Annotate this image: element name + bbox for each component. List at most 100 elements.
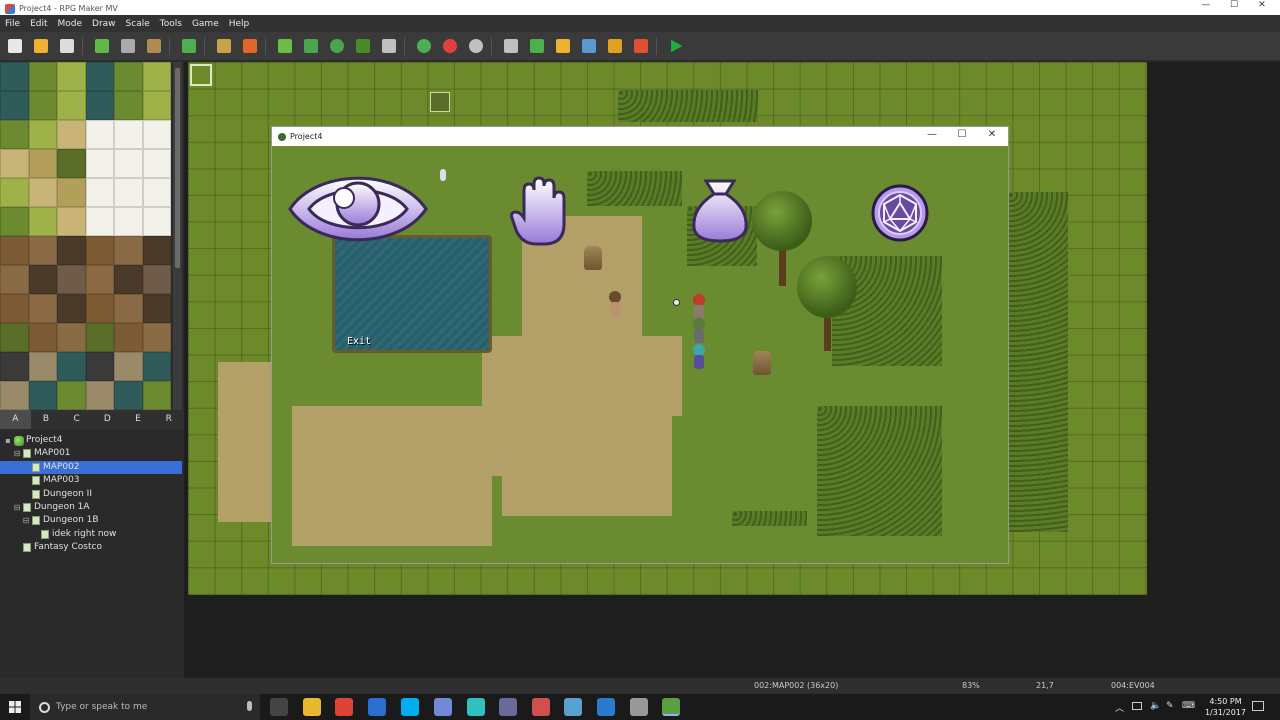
map-tree-item[interactable]: idek right now (31, 528, 116, 541)
clock-app-icon[interactable] (630, 698, 648, 716)
paste-button[interactable] (143, 35, 165, 57)
undo-button[interactable] (178, 35, 200, 57)
shadow-pen-button[interactable] (378, 35, 400, 57)
tileset-tile[interactable] (0, 120, 29, 149)
tileset-tile[interactable] (142, 265, 171, 294)
tab-c[interactable]: C (61, 410, 92, 429)
tree-expander[interactable]: ⊟ (13, 501, 21, 514)
tileset-tile[interactable] (114, 120, 143, 149)
notepad-icon[interactable] (564, 698, 582, 716)
tab-a[interactable]: A (0, 410, 31, 429)
tileset-tile[interactable] (0, 207, 29, 236)
tileset-tile[interactable] (0, 323, 29, 352)
tileset-tile[interactable] (28, 149, 57, 178)
tree-expander[interactable]: ⊟ (13, 447, 21, 460)
bag-icon[interactable] (690, 178, 750, 244)
tray-network-icon[interactable] (1132, 702, 1142, 710)
rectangle-button[interactable] (300, 35, 322, 57)
tileset-tile[interactable] (0, 294, 29, 323)
tileset-tile[interactable] (142, 323, 171, 352)
tileset-tile[interactable] (57, 62, 86, 91)
tileset-tile[interactable] (142, 236, 171, 265)
tileset-tile[interactable] (85, 294, 114, 323)
tileset-tile[interactable] (85, 207, 114, 236)
copy-button[interactable] (117, 35, 139, 57)
sound-test-button[interactable] (552, 35, 574, 57)
menu-game[interactable]: Game (187, 19, 224, 29)
tab-e[interactable]: E (123, 410, 154, 429)
game-screen[interactable]: Exit (272, 146, 1008, 563)
menu-scale[interactable]: Scale (121, 19, 155, 29)
map-tree-item[interactable]: Dungeon II (22, 488, 92, 501)
tray-pen-icon[interactable]: ✎ (1166, 701, 1174, 711)
save-project-button[interactable] (56, 35, 78, 57)
taskbar-search[interactable]: Type or speak to me (30, 694, 260, 720)
tree-expander[interactable]: ⊟ (22, 514, 30, 527)
tileset-tile[interactable] (0, 236, 29, 265)
tileset-tile[interactable] (0, 178, 29, 207)
player-character[interactable] (690, 294, 708, 320)
tileset-tile[interactable] (28, 236, 57, 265)
event-mode-button[interactable] (239, 35, 261, 57)
cut-button[interactable] (91, 35, 113, 57)
tileset-tile[interactable] (57, 91, 86, 120)
tileset-tile[interactable] (28, 323, 57, 352)
tab-b[interactable]: B (31, 410, 62, 429)
tileset-tile[interactable] (142, 62, 171, 91)
tileset-tile[interactable] (0, 381, 29, 410)
tileset-tile[interactable] (28, 91, 57, 120)
tray-keyboard-icon[interactable]: ⌨ (1182, 701, 1195, 711)
ellipse-button[interactable] (326, 35, 348, 57)
tileset-tile[interactable] (114, 178, 143, 207)
playtest-button[interactable] (665, 35, 687, 57)
tileset-tile[interactable] (114, 91, 143, 120)
skype-icon[interactable] (401, 698, 419, 716)
tileset-tile[interactable] (57, 323, 86, 352)
tileset-tile[interactable] (142, 91, 171, 120)
tileset-tile[interactable] (57, 352, 86, 381)
tileset-tile[interactable] (142, 178, 171, 207)
zoom-out-button[interactable] (439, 35, 461, 57)
tileset-tile[interactable] (57, 236, 86, 265)
tileset-tile[interactable] (0, 91, 29, 120)
taskbar-clock[interactable]: 4:50 PM 1/31/2017 (1205, 696, 1246, 718)
tileset-tile[interactable] (85, 323, 114, 352)
d20-icon[interactable] (870, 183, 930, 243)
pencil-button[interactable] (274, 35, 296, 57)
playtest-maximize-button[interactable]: ☐ (947, 129, 977, 140)
tree-expander[interactable]: ▪ (4, 434, 12, 447)
tileset-palette[interactable] (0, 62, 173, 410)
tileset-tile[interactable] (114, 62, 143, 91)
eye-icon[interactable] (287, 168, 429, 250)
tileset-tile[interactable] (85, 352, 114, 381)
tileset-tile[interactable] (114, 236, 143, 265)
file-explorer-icon[interactable] (303, 698, 321, 716)
visual-studio-icon[interactable] (597, 698, 615, 716)
resource-manager-button[interactable] (604, 35, 626, 57)
tileset-tile[interactable] (142, 294, 171, 323)
tileset-tile[interactable] (57, 207, 86, 236)
tileset-tile[interactable] (114, 149, 143, 178)
scrollbar-thumb[interactable] (175, 68, 180, 268)
chrome-icon[interactable] (335, 698, 353, 716)
new-project-button[interactable] (4, 35, 26, 57)
zoom-actual-button[interactable] (465, 35, 487, 57)
follower-character[interactable] (690, 344, 708, 370)
tileset-tile[interactable] (57, 294, 86, 323)
tileset-tile[interactable] (142, 207, 171, 236)
menu-help[interactable]: Help (224, 19, 255, 29)
map-tree-item[interactable]: ⊟ MAP001 (13, 447, 71, 460)
steam-icon[interactable] (368, 698, 386, 716)
rpgmaker-taskbar-icon[interactable] (662, 698, 680, 716)
database-button[interactable] (500, 35, 522, 57)
menu-file[interactable]: File (0, 19, 25, 29)
tab-r[interactable]: R (153, 410, 184, 429)
tileset-tile[interactable] (85, 62, 114, 91)
tileset-tile[interactable] (28, 265, 57, 294)
tileset-tile[interactable] (85, 381, 114, 410)
tileset-tile[interactable] (142, 352, 171, 381)
paint-icon[interactable] (467, 698, 485, 716)
task-view-icon[interactable] (270, 698, 288, 716)
tileset-tile[interactable] (0, 265, 29, 294)
tileset-tile[interactable] (142, 149, 171, 178)
